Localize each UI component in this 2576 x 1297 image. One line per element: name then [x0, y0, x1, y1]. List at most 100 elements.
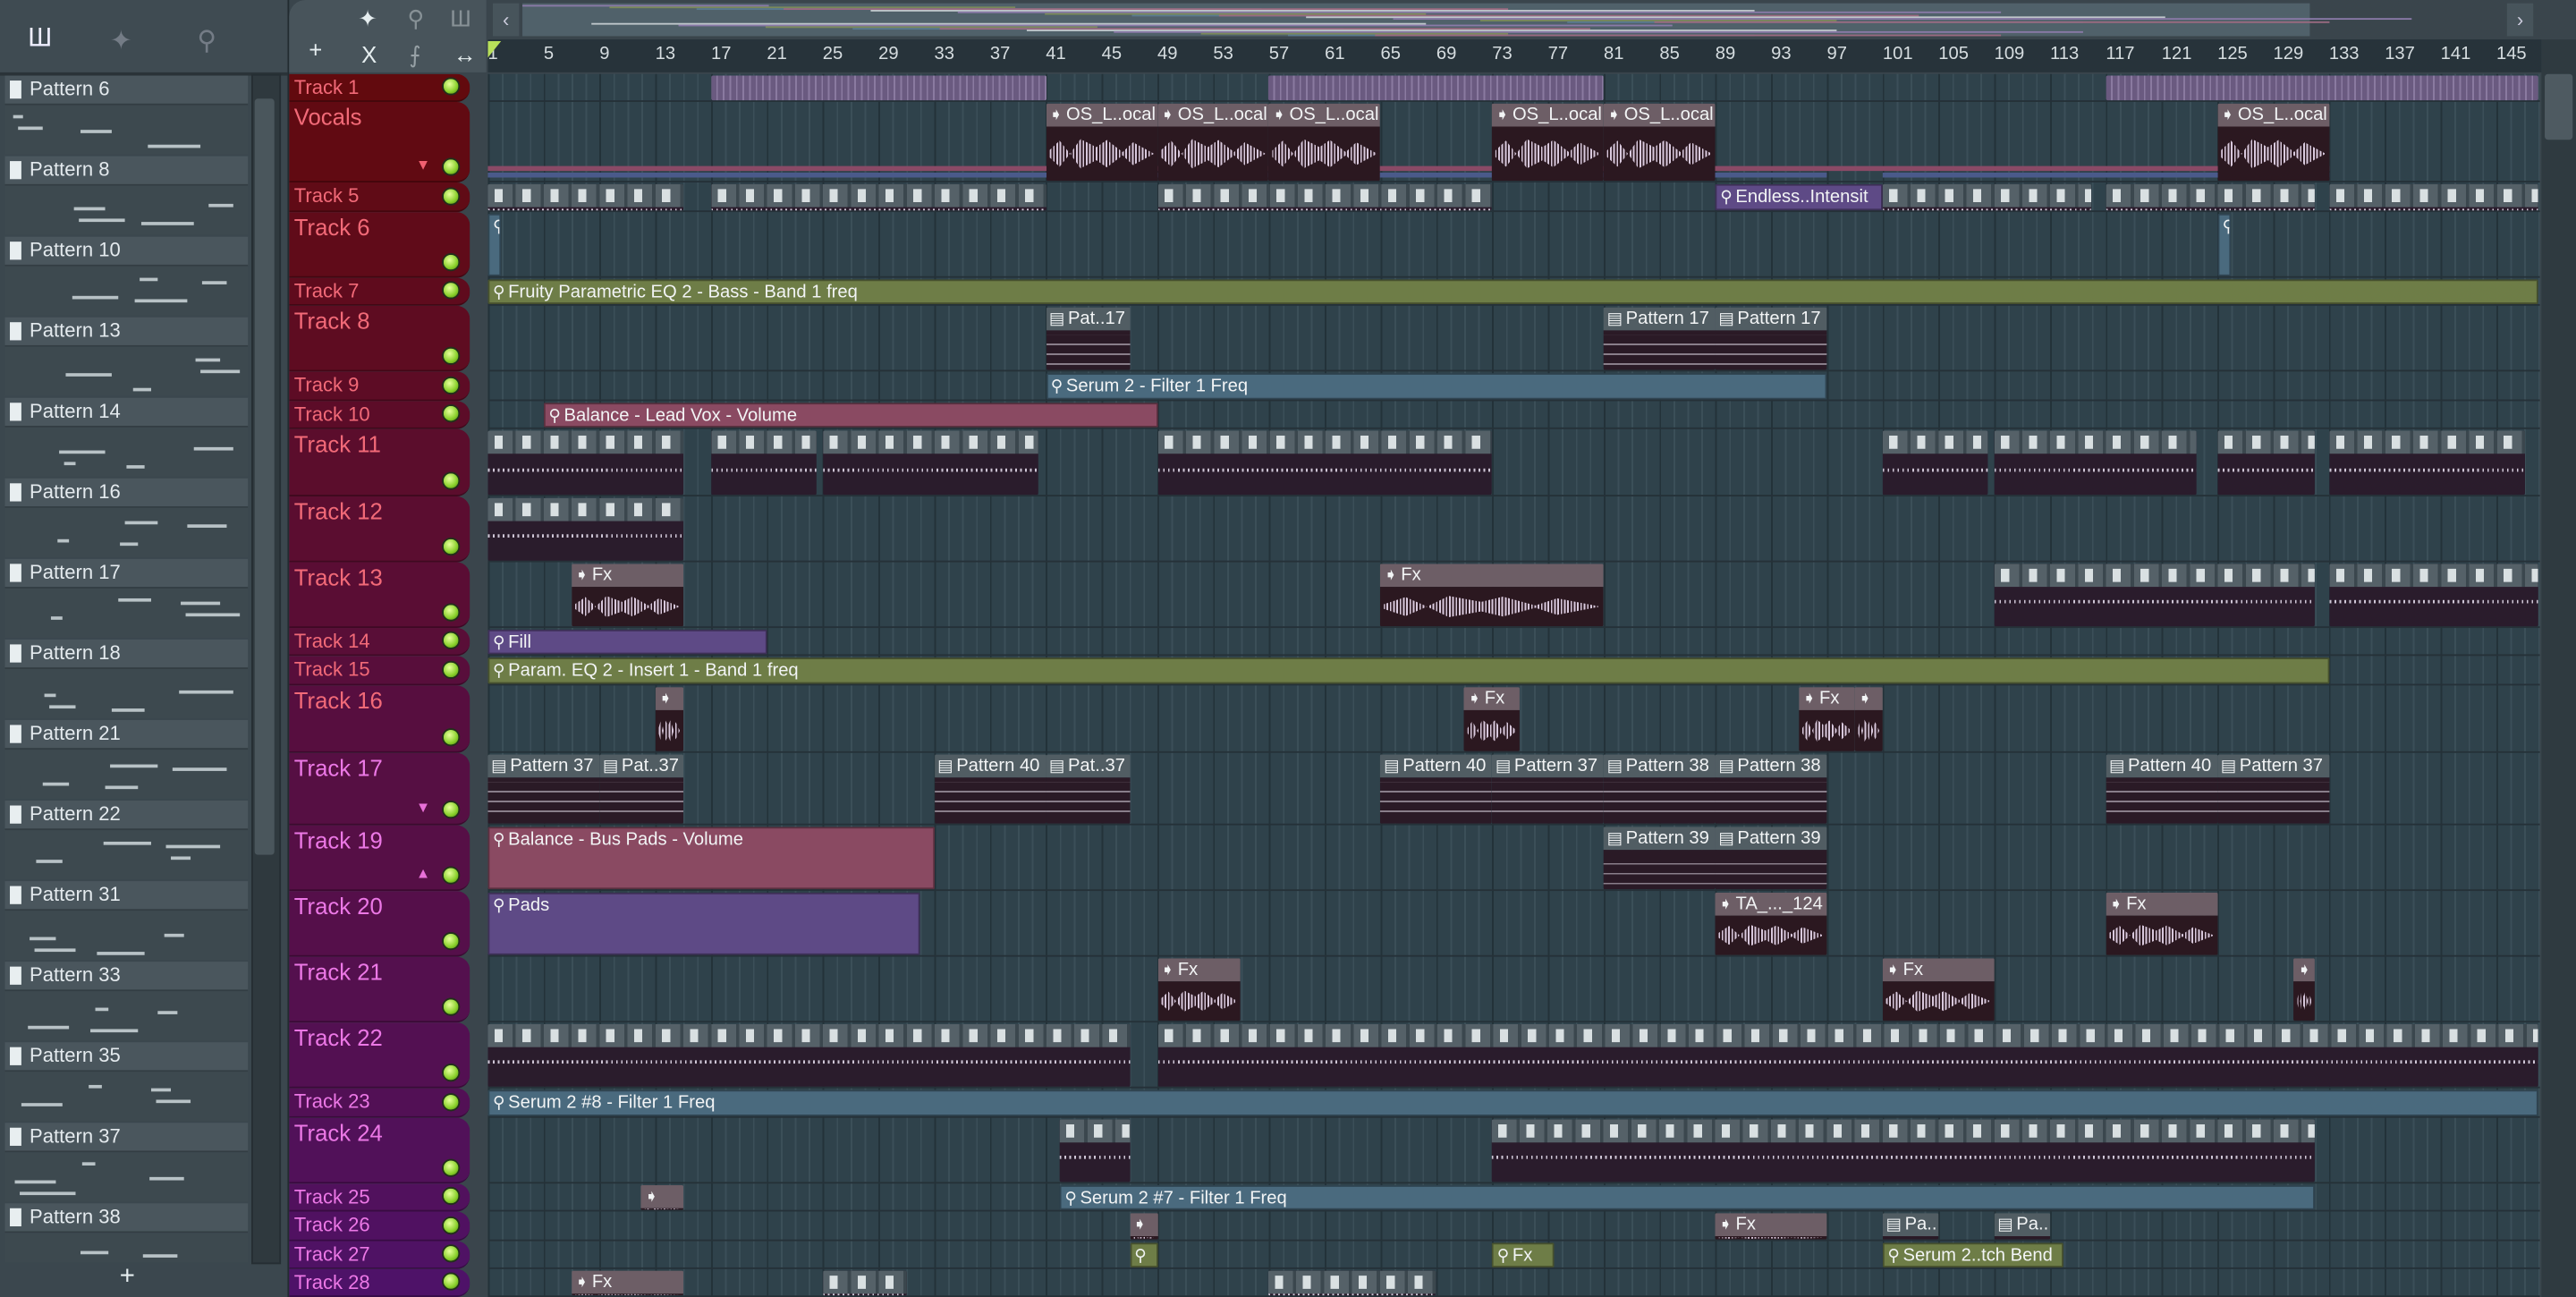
clip-pat[interactable]: ▤ Pattern 40: [1380, 754, 1493, 824]
clip-pat[interactable]: ▤ Pattern 40: [2106, 754, 2218, 824]
clip-blocks[interactable]: [1268, 1270, 1436, 1296]
clip-audio[interactable]: ➧ Fx: [1799, 687, 1855, 751]
track-header[interactable]: Track 15: [289, 656, 470, 686]
pattern-item[interactable]: Pattern 31: [4, 881, 249, 962]
playlist-scroll-thumb[interactable]: [2545, 73, 2573, 140]
track-header[interactable]: Track 21: [289, 956, 470, 1023]
pattern-header[interactable]: Pattern 18: [4, 639, 249, 669]
browser-scroll-thumb[interactable]: [254, 98, 275, 855]
track-mute-led[interactable]: [442, 346, 461, 365]
track-mute-led[interactable]: [442, 376, 461, 395]
stretch-icon[interactable]: ↔: [453, 41, 477, 67]
clip-audio[interactable]: ➧ Fx: [1882, 958, 1995, 1021]
clip-pat[interactable]: ▤ Pattern 37: [2217, 754, 2329, 824]
clip-blocks[interactable]: [1994, 430, 2197, 496]
track-header[interactable]: Track 12: [289, 496, 470, 563]
pattern-item[interactable]: Pattern 38: [4, 1203, 249, 1263]
clip-strip[interactable]: [710, 75, 1046, 101]
clip-auto[interactable]: ⚲ Param. EQ 2 - Insert 1 - Band 1 freq: [487, 657, 2329, 684]
clip-pat[interactable]: ▤ Pattern 17: [1715, 307, 1827, 370]
track-mute-led[interactable]: [442, 471, 461, 490]
track-header[interactable]: Track 28: [289, 1268, 470, 1297]
timeline-ruler[interactable]: 1 5 9 13 17 21 25 29 33 37 41 45 49 53 57 61 65 69 73 77 81 8…: [487, 39, 2542, 72]
clip-auto[interactable]: ⚲ Serum 2 - Filter 1 Freq: [1046, 373, 1827, 400]
track-header[interactable]: Track 23: [289, 1088, 470, 1118]
pattern-header[interactable]: Pattern 14: [4, 397, 249, 428]
track-mute-led[interactable]: [442, 404, 461, 423]
clip-auto[interactable]: ⚲: [2217, 213, 2232, 276]
track-header[interactable]: Track 8: [289, 305, 470, 372]
pattern-header[interactable]: Pattern 6: [4, 75, 249, 106]
clip-auto[interactable]: ⚲ Fill: [487, 629, 767, 655]
clip-pat[interactable]: ▤ Pat..17: [1046, 307, 1130, 370]
pattern-item[interactable]: Pattern 14: [4, 397, 249, 479]
pattern-header[interactable]: Pattern 21: [4, 719, 249, 750]
clip-blocks[interactable]: [1492, 1119, 2316, 1183]
track-header[interactable]: Track 14: [289, 628, 470, 657]
track-mute-led[interactable]: [442, 1186, 461, 1206]
clip-audio[interactable]: ➧ Fx: [2106, 892, 2218, 955]
track-mute-led[interactable]: [442, 631, 461, 649]
pattern-header[interactable]: Pattern 13: [4, 317, 249, 347]
pattern-item[interactable]: Pattern 17: [4, 558, 249, 640]
clip-audio[interactable]: ➧ OS_L..ocal: [1603, 103, 1716, 182]
track-mute-led[interactable]: [442, 281, 461, 300]
pattern-header[interactable]: Pattern 38: [4, 1203, 249, 1233]
clip-audio[interactable]: ➧: [1854, 687, 1883, 751]
track-mute-led[interactable]: [442, 1244, 461, 1263]
clip-blocks[interactable]: [487, 1023, 1130, 1087]
clip-auto[interactable]: ⚲ Balance - Bus Pads - Volume: [487, 827, 935, 890]
clip-audio[interactable]: ➧ Fx: [572, 564, 683, 627]
scroll-left-button[interactable]: ‹: [493, 3, 520, 37]
track-header[interactable]: Track 19 ▲: [289, 825, 470, 892]
playlist-grid[interactable]: ➧ OS_L..ocal ➧ OS_L..ocal ➧ OS_L..ocal ➧ OS_L..…: [487, 73, 2540, 1297]
pattern-item[interactable]: Pattern 6: [4, 75, 249, 157]
clip-auto[interactable]: ⚲ Serum 2 #8 - Filter 1 Freq: [487, 1089, 2538, 1116]
clip-auto[interactable]: ⚲ Fruity Parametric EQ 2 - Bass - Band 1 …: [487, 279, 2538, 304]
clip-blocks[interactable]: [1059, 1119, 1130, 1183]
pattern-header[interactable]: Pattern 17: [4, 558, 249, 589]
pattern-item[interactable]: Pattern 13: [4, 317, 249, 398]
track-mute-led[interactable]: [442, 157, 461, 176]
track-mute-led[interactable]: [442, 660, 461, 680]
track-header[interactable]: Track 27: [289, 1241, 470, 1269]
pattern-header[interactable]: Pattern 31: [4, 881, 249, 911]
track-expand-arrow-icon[interactable]: ▲: [416, 865, 430, 881]
track-header[interactable]: Track 20: [289, 891, 470, 957]
clip-blocks[interactable]: [2328, 564, 2538, 627]
track-mute-led[interactable]: [442, 801, 461, 819]
audio-wave-icon[interactable]: ✦: [110, 25, 132, 58]
clip-audio[interactable]: ➧ TA_..._124: [1715, 892, 1827, 955]
clip-audio[interactable]: ➧: [1129, 1213, 1157, 1240]
add-pattern-button[interactable]: +: [98, 1262, 156, 1295]
clip-audio[interactable]: ➧ OS_L..ocal: [1046, 103, 1157, 182]
clip-blocks[interactable]: [822, 430, 1039, 496]
track-mute-led[interactable]: [442, 187, 461, 206]
pattern-item[interactable]: Pattern 21: [4, 719, 249, 801]
track-mute-led[interactable]: [442, 728, 461, 747]
track-header[interactable]: Track 24: [289, 1117, 470, 1184]
clip-blocks[interactable]: [2328, 183, 2538, 211]
track-mute-led[interactable]: [442, 1093, 461, 1112]
track-header[interactable]: Track 10: [289, 401, 470, 429]
scroll-right-button[interactable]: ›: [2506, 3, 2534, 37]
clip-audio[interactable]: ➧ Fx: [1157, 958, 1241, 1021]
clip-strip[interactable]: [2106, 75, 2538, 101]
track-header[interactable]: Track 5: [289, 182, 470, 213]
clip-pat[interactable]: ▤ Pattern 38: [1603, 754, 1716, 824]
pattern-item[interactable]: Pattern 37: [4, 1123, 249, 1203]
track-header[interactable]: Track 22: [289, 1022, 470, 1089]
clip-audio[interactable]: ➧: [641, 1185, 683, 1210]
track-header[interactable]: Track 7: [289, 277, 470, 306]
clip-auto[interactable]: ⚲ Endless..Intensit: [1715, 183, 1883, 211]
playlist-vertical-scrollbar[interactable]: [2541, 39, 2576, 1297]
track-header[interactable]: Track 17 ▼: [289, 752, 470, 826]
clip-audio[interactable]: ➧ OS_L..ocal: [2217, 103, 2329, 182]
track-header[interactable]: Track 16: [289, 685, 470, 753]
clip-blocks[interactable]: [487, 497, 683, 561]
clip-auto[interactable]: ⚲: [1129, 1242, 1157, 1267]
track-expand-arrow-icon[interactable]: ▼: [416, 157, 430, 173]
cut-icon[interactable]: X: [361, 41, 377, 67]
track-mute-led[interactable]: [442, 1158, 461, 1177]
clip-pat[interactable]: ▤ Pa..: [1994, 1213, 2050, 1240]
